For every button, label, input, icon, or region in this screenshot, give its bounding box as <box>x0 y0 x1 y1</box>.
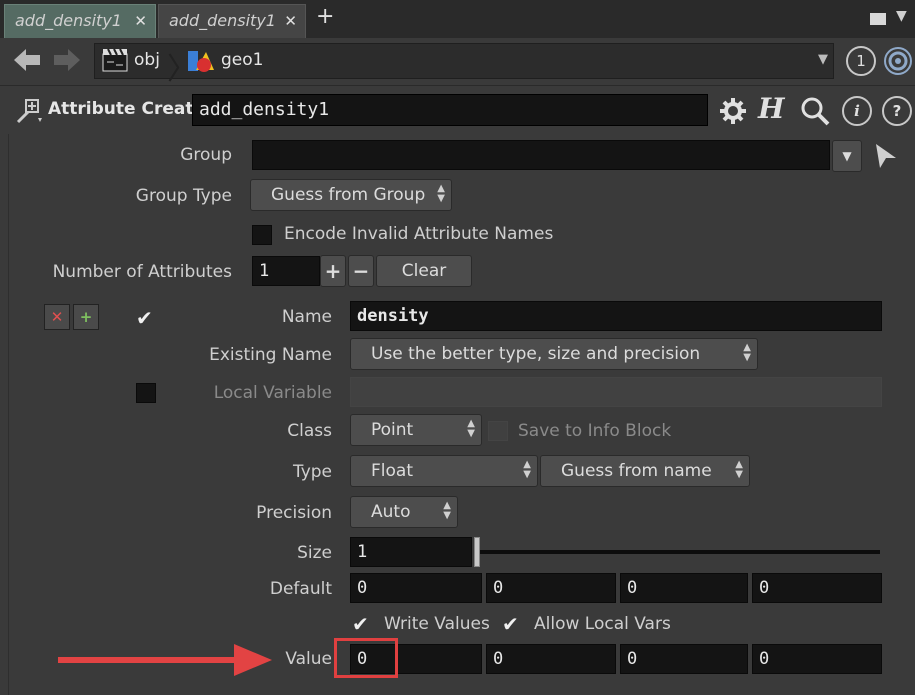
type-value: Float <box>371 461 413 481</box>
class-value: Point <box>371 420 414 440</box>
save-info-label: Save to Info Block <box>518 421 672 441</box>
remove-attr-button[interactable]: − <box>348 255 374 287</box>
group-type-menu[interactable]: Guess from Group ▲ ▼ <box>250 179 452 211</box>
size-field[interactable]: 1 <box>350 537 472 567</box>
path-dropdown-icon[interactable]: ▼ <box>818 52 828 67</box>
value-field-3[interactable]: 0 <box>620 644 748 674</box>
tab-add-density1[interactable]: add_density1 ✕ <box>158 4 306 38</box>
name-field[interactable]: density <box>350 301 882 331</box>
class-label: Class <box>287 421 332 441</box>
existing-name-label: Existing Name <box>209 345 332 365</box>
tab-add-density1-active[interactable]: add_density1 ✕ <box>4 4 156 38</box>
node-type-icon[interactable] <box>14 96 44 126</box>
default-field-4[interactable]: 0 <box>752 573 882 603</box>
save-info-checkbox[interactable] <box>488 421 508 441</box>
back-arrow-icon[interactable] <box>12 45 42 82</box>
checkmark-icon: ✔ <box>136 306 153 330</box>
annotation-arrow-icon <box>58 642 274 683</box>
insert-instance-icon[interactable]: + <box>73 304 99 330</box>
default-field-1[interactable]: 0 <box>350 573 482 603</box>
num-attrs-field[interactable]: 1 <box>252 256 320 286</box>
group-dropdown-icon[interactable]: ▼ <box>832 140 862 172</box>
encode-label: Encode Invalid Attribute Names <box>284 224 554 244</box>
close-icon[interactable]: ✕ <box>134 5 147 37</box>
default-label: Default <box>269 579 332 599</box>
spinner-icon: ▲ ▼ <box>523 459 531 480</box>
precision-label: Precision <box>256 503 332 523</box>
pin-badge[interactable]: 1 <box>846 46 876 76</box>
checkmark-icon: ✔ <box>502 612 519 636</box>
spinner-icon: ▲ ▼ <box>443 500 451 521</box>
type-menu[interactable]: Float ▲ ▼ <box>350 455 538 487</box>
help-icon[interactable]: ? <box>882 96 912 126</box>
select-arrow-icon[interactable] <box>874 142 898 175</box>
checkmark-icon: ✔ <box>352 612 369 636</box>
node-name-field[interactable]: add_density1 <box>192 94 708 126</box>
local-var-field <box>350 377 882 407</box>
existing-name-menu[interactable]: Use the better type, size and precision … <box>350 338 758 370</box>
node-type-label: Attribute Create <box>48 99 205 119</box>
gear-icon[interactable] <box>718 96 748 132</box>
class-menu[interactable]: Point ▲ ▼ <box>350 414 482 446</box>
group-type-value: Guess from Group <box>271 185 426 205</box>
name-label: Name <box>281 307 332 327</box>
type-guess-menu[interactable]: Guess from name ▲ ▼ <box>540 455 750 487</box>
geo-icon <box>186 48 216 74</box>
type-label: Type <box>292 462 332 482</box>
info-icon[interactable]: i <box>842 96 872 126</box>
search-icon[interactable] <box>800 96 830 132</box>
group-type-label: Group Type <box>135 186 232 206</box>
forward-arrow-icon[interactable] <box>52 45 82 82</box>
highlight-box <box>334 638 398 678</box>
spinner-icon: ▲ ▼ <box>743 342 751 363</box>
clear-button[interactable]: Clear <box>376 255 472 287</box>
allow-local-vars-label: Allow Local Vars <box>534 614 671 634</box>
precision-value: Auto <box>371 502 411 522</box>
value-field-2[interactable]: 0 <box>486 644 616 674</box>
instance-enable-checkbox[interactable]: ✔ <box>136 308 156 328</box>
local-var-label: Local Variable <box>213 383 332 403</box>
path-obj[interactable]: obj <box>134 50 160 70</box>
group-label: Group <box>180 145 232 165</box>
path-geo1[interactable]: geo1 <box>221 50 263 70</box>
write-values-label: Write Values <box>384 614 490 634</box>
link-icon[interactable] <box>883 46 913 76</box>
allow-local-vars-checkbox[interactable]: ✔ <box>502 614 522 634</box>
spinner-icon: ▲ ▼ <box>735 459 743 480</box>
maximize-icon[interactable] <box>870 13 886 25</box>
spinner-icon: ▲ ▼ <box>437 183 445 204</box>
default-field-2[interactable]: 0 <box>486 573 616 603</box>
precision-menu[interactable]: Auto ▲ ▼ <box>350 496 458 528</box>
num-attrs-label: Number of Attributes <box>52 262 232 282</box>
clapboard-icon <box>102 48 128 72</box>
add-tab-icon[interactable]: + <box>316 4 334 29</box>
default-field-3[interactable]: 0 <box>620 573 748 603</box>
close-icon[interactable]: ✕ <box>284 5 297 37</box>
delete-instance-icon[interactable]: ✕ <box>44 304 70 330</box>
help-h-icon[interactable]: H <box>758 92 784 125</box>
value-field-4[interactable]: 0 <box>752 644 882 674</box>
local-var-checkbox[interactable] <box>136 383 156 403</box>
size-slider-handle[interactable] <box>474 537 480 567</box>
tab-label: add_density1 <box>15 11 122 30</box>
size-slider-track[interactable] <box>476 550 880 554</box>
tab-label: add_density1 <box>169 11 276 30</box>
write-values-checkbox[interactable]: ✔ <box>352 614 372 634</box>
add-attr-button[interactable]: + <box>320 255 346 287</box>
existing-name-value: Use the better type, size and precision <box>371 344 701 364</box>
chevron-down-icon[interactable]: ▼ <box>896 8 907 24</box>
spinner-icon: ▲ ▼ <box>467 418 475 439</box>
type-guess-value: Guess from name <box>561 461 712 481</box>
encode-checkbox[interactable] <box>252 225 272 245</box>
size-label: Size <box>297 543 332 563</box>
group-field[interactable] <box>252 140 830 170</box>
